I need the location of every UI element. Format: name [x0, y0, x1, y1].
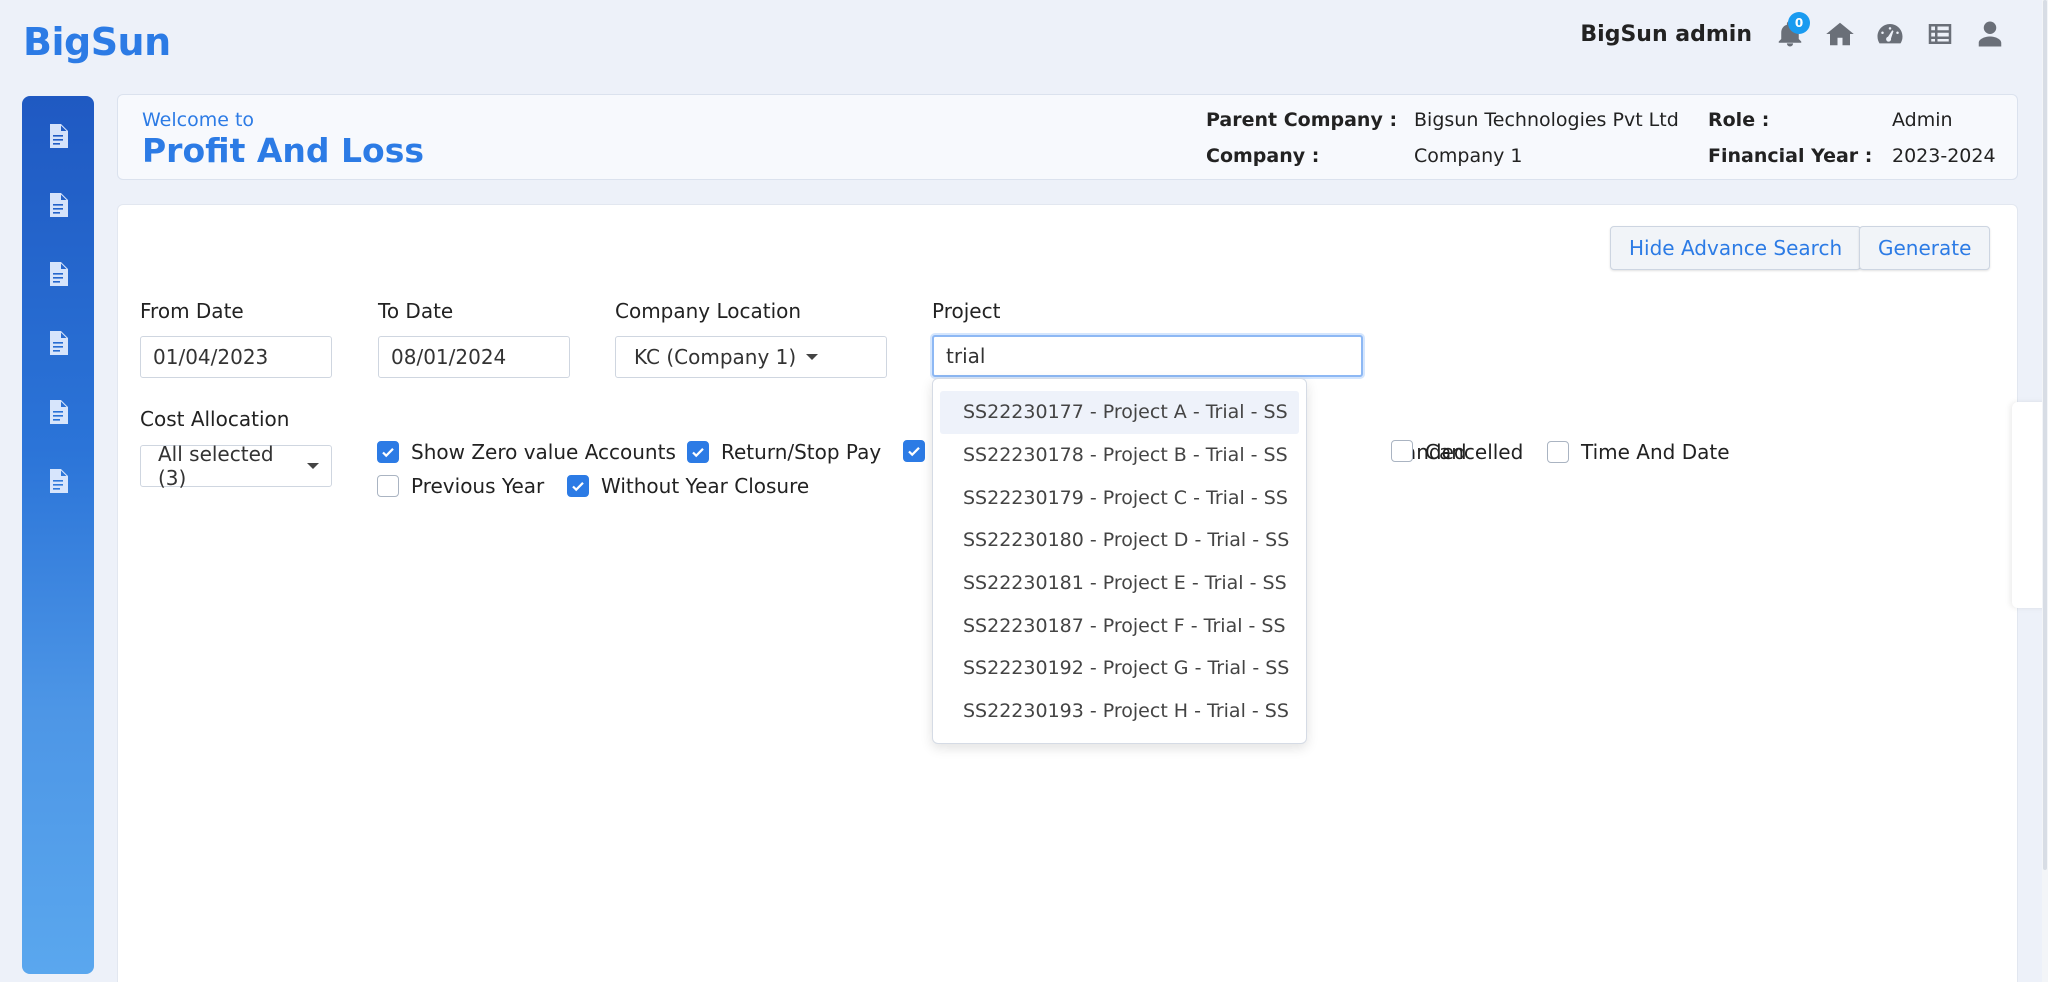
checkbox-checked[interactable]	[377, 441, 399, 463]
file-icon	[50, 262, 68, 286]
file-icon	[50, 124, 68, 148]
sidebar-item-6[interactable]	[22, 469, 94, 538]
sidebar-item-2[interactable]	[22, 193, 94, 262]
sidebar-item-5[interactable]	[22, 400, 94, 469]
cost-allocation-label: Cost Allocation	[140, 407, 290, 431]
app-logo[interactable]: BigSun	[23, 20, 171, 64]
cancelled-label-row: Cancelled	[1425, 440, 1523, 464]
project-option[interactable]: SS22230179 - Project C - Trial - SS	[940, 476, 1299, 519]
checkbox-checked[interactable]	[687, 441, 709, 463]
without-year-closure-checkbox[interactable]: Without Year Closure	[567, 474, 809, 498]
sidebar-item-3[interactable]	[22, 262, 94, 331]
without-year-closure-label: Without Year Closure	[601, 474, 810, 498]
checkbox-unchecked[interactable]	[377, 475, 399, 497]
role-value: Admin	[1892, 109, 1953, 131]
cost-allocation-value: All selected (3)	[158, 442, 274, 490]
parent-company-label: Parent Company :	[1206, 109, 1398, 131]
file-icon	[50, 331, 68, 355]
to-date-input[interactable]: 08/01/2024	[378, 336, 570, 378]
checkbox-unchecked[interactable]	[1547, 441, 1569, 463]
checkbox-checked[interactable]	[567, 475, 589, 497]
return-stop-pay-checkbox[interactable]: Return/Stop Pay	[687, 440, 881, 464]
project-option[interactable]: SS22230178 - Project B - Trial - SS	[940, 434, 1299, 477]
role-label: Role :	[1708, 109, 1770, 131]
project-option[interactable]: SS22230192 - Project G - Trial - SS	[940, 647, 1299, 690]
checkbox-unchecked[interactable]	[1391, 440, 1413, 462]
user-icon[interactable]	[1972, 16, 2008, 52]
company-location-select[interactable]: KC (Company 1)	[615, 336, 887, 378]
project-dropdown: SS22230177 - Project A - Trial - SS SS22…	[932, 378, 1307, 744]
return-stop-pay-label: Return/Stop Pay	[721, 440, 882, 464]
company-label: Company :	[1206, 145, 1320, 167]
cost-allocation-select[interactable]: All selected (3)	[140, 442, 332, 490]
hide-advance-search-button[interactable]: Hide Advance Search	[1610, 226, 1862, 270]
sidebar	[22, 96, 94, 974]
financial-year-label: Financial Year :	[1708, 145, 1873, 167]
project-input[interactable]: trial	[932, 335, 1363, 377]
file-icon	[50, 469, 68, 493]
parent-company-value: Bigsun Technologies Pvt Ltd	[1414, 109, 1679, 131]
file-icon	[50, 400, 68, 424]
home-icon[interactable]	[1822, 16, 1858, 52]
chevron-down-icon	[806, 354, 819, 360]
previous-year-label: Previous Year	[411, 474, 545, 498]
previous-year-checkbox[interactable]: Previous Year	[377, 474, 544, 498]
from-date-label: From Date	[140, 299, 244, 323]
file-icon	[50, 193, 68, 217]
page-title: Profit And Loss	[142, 131, 424, 170]
project-label: Project	[932, 299, 1001, 323]
project-option[interactable]: SS22230180 - Project D - Trial - SS	[940, 519, 1299, 562]
sidebar-item-1[interactable]	[22, 124, 94, 193]
chevron-down-icon	[307, 463, 319, 469]
to-date-label: To Date	[378, 299, 454, 323]
dashboard-icon[interactable]	[1872, 16, 1908, 52]
project-option[interactable]: SS22230181 - Project E - Trial - SS	[940, 562, 1299, 605]
project-option[interactable]: SS22230187 - Project F - Trial - SS	[940, 604, 1299, 647]
project-option[interactable]: SS22230177 - Project A - Trial - SS	[940, 391, 1299, 434]
welcome-text: Welcome to	[142, 109, 255, 131]
header-card: Welcome to Profit And Loss Parent Compan…	[117, 94, 2018, 180]
list-icon[interactable]	[1922, 16, 1958, 52]
cancelled-label: Cancelled	[1425, 440, 1524, 464]
user-name[interactable]: BigSun admin	[1580, 22, 1752, 47]
from-date-input[interactable]: 01/04/2023	[140, 336, 332, 378]
financial-year-value: 2023-2024	[1892, 145, 1996, 167]
notification-badge: 0	[1788, 12, 1810, 34]
show-zero-value-checkbox[interactable]: Show Zero value Accounts	[377, 440, 676, 464]
scrollbar[interactable]	[2042, 0, 2048, 982]
topbar-actions: BigSun admin 0	[1580, 12, 2008, 56]
company-location-label: Company Location	[615, 299, 802, 323]
company-location-value: KC (Company 1)	[634, 345, 797, 369]
time-and-date-label: Time And Date	[1581, 440, 1730, 464]
show-zero-value-label: Show Zero value Accounts	[411, 440, 676, 464]
company-value: Company 1	[1414, 145, 1523, 167]
scrollbar-thumb[interactable]	[2043, 0, 2047, 870]
bell-icon[interactable]: 0	[1772, 12, 1810, 52]
checkbox-checked[interactable]	[903, 440, 925, 462]
time-and-date-checkbox[interactable]: Time And Date	[1547, 440, 1730, 464]
generate-button[interactable]: Generate	[1859, 226, 1991, 270]
sidebar-item-4[interactable]	[22, 331, 94, 400]
project-option[interactable]: SS22230193 - Project H - Trial - SS	[940, 690, 1299, 733]
